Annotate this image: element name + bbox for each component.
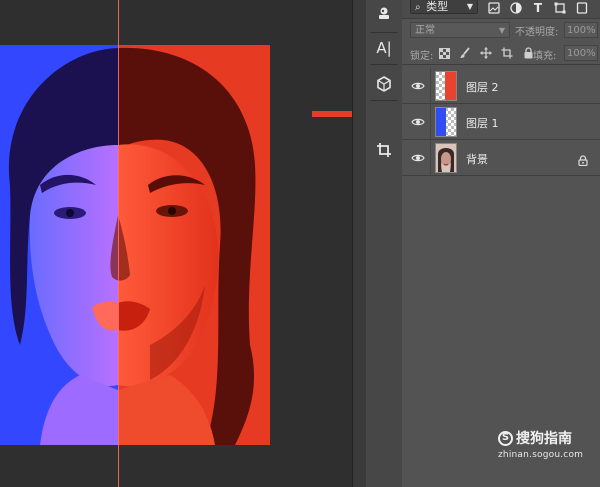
type-layer-filter-icon[interactable]: T	[530, 0, 546, 16]
layer-color-swatch	[436, 108, 446, 136]
guide-line[interactable]	[118, 0, 119, 487]
sogou-watermark: S 搜狗指南 zhinan.sogou.com	[498, 428, 598, 460]
smart-object-filter-icon[interactable]	[574, 0, 590, 16]
watermark-url: zhinan.sogou.com	[498, 450, 584, 460]
layer-row[interactable]: 背景	[402, 140, 600, 176]
layer-divider	[430, 104, 431, 140]
fill-field[interactable]: 100%	[564, 45, 598, 61]
toolbar-divider	[370, 100, 398, 101]
blend-row: 正常 ▼ 不透明度: 100%	[402, 19, 600, 41]
shape-layer-filter-icon[interactable]	[552, 0, 568, 16]
portrait-photo	[0, 45, 270, 445]
blend-mode-value: 正常	[415, 25, 435, 36]
layer-row[interactable]: 图层 1	[402, 104, 600, 140]
search-icon: ⌕	[415, 2, 421, 13]
lock-image-pixels-brush-icon[interactable]	[457, 45, 473, 61]
lock-position-move-icon[interactable]	[478, 45, 494, 61]
portrait-thumbnail-image	[436, 144, 456, 172]
watermark-brand: 搜狗指南	[516, 431, 572, 447]
lock-artboard-icon[interactable]	[499, 45, 515, 61]
layer-thumbnail	[435, 71, 457, 101]
chevron-down-icon: ▼	[466, 2, 473, 11]
layer-name: 背景	[466, 153, 488, 166]
opacity-label: 不透明度:	[515, 27, 559, 38]
opacity-field[interactable]: 100%	[564, 22, 598, 38]
layer-name: 图层 1	[466, 117, 499, 130]
portrait-illustration	[0, 45, 270, 445]
crop-icon[interactable]	[370, 136, 398, 164]
layer-kind-label: 类型	[426, 0, 449, 13]
layers-panel: ⌕ 类型 ▼ T 正常 ▼ 不透明度: 100% 锁定: 填充: 100% 图层…	[402, 0, 600, 487]
layer-kind-filter[interactable]: ⌕ 类型 ▼	[410, 0, 478, 14]
sogou-logo-icon: S	[498, 430, 513, 446]
blend-mode-select[interactable]: 正常 ▼	[410, 22, 510, 38]
eye-visibility-icon[interactable]	[410, 78, 426, 94]
layer-divider	[430, 68, 431, 104]
layer-color-swatch	[445, 72, 456, 100]
pixel-layer-filter-icon[interactable]	[486, 0, 502, 16]
layer-thumbnail	[435, 107, 457, 137]
toolbar-divider	[370, 32, 398, 33]
eye-visibility-icon[interactable]	[410, 150, 426, 166]
eye-visibility-icon[interactable]	[410, 114, 426, 130]
layer-filter-row: ⌕ 类型 ▼ T	[402, 0, 600, 19]
3d-cube-icon[interactable]	[370, 70, 398, 98]
fill-label: 填充:	[533, 51, 557, 62]
lock-icon[interactable]	[578, 151, 588, 170]
layer-thumbnail	[435, 143, 457, 173]
toolbar-divider	[370, 64, 398, 65]
layer-row[interactable]: 图层 2	[402, 68, 600, 104]
lock-label: 锁定:	[410, 51, 434, 62]
side-toolbar: A|	[366, 0, 403, 487]
layer-divider	[430, 140, 431, 176]
stamp-icon[interactable]	[370, 0, 398, 28]
chevron-down-icon: ▼	[498, 26, 505, 35]
lock-row: 锁定: 填充: 100%	[402, 42, 600, 65]
lock-transparent-pixels-icon[interactable]	[436, 45, 452, 61]
layer-name: 图层 2	[466, 81, 499, 94]
character-text-icon[interactable]: A|	[370, 34, 398, 62]
document-canvas[interactable]	[0, 0, 352, 487]
adjustment-layer-filter-icon[interactable]	[508, 0, 524, 16]
